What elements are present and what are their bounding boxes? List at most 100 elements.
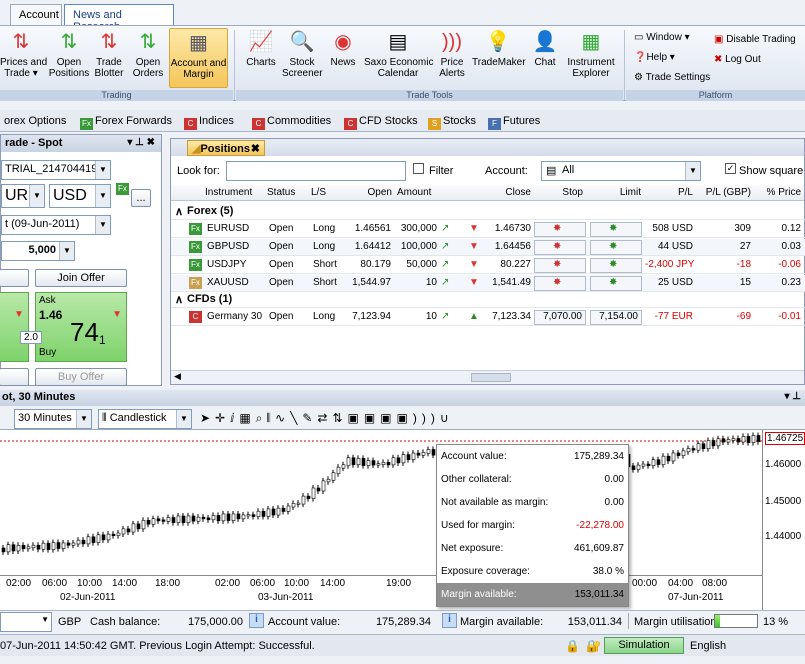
margin-available-value: 153,011.34 (567, 616, 622, 628)
tab-forex-options[interactable]: orex Options (0, 113, 70, 131)
limit-order-button[interactable]: ✸ (590, 258, 642, 273)
account-margin-button[interactable]: ▦ Account and Margin (169, 28, 228, 88)
limit-order-icon: ✸ (609, 277, 618, 288)
price-chart[interactable]: 1.46725 1.46000 1.45000 1.44000 02:00 06:00 1… (0, 429, 805, 611)
prices-trade-button[interactable]: ⇅ Prices and Trade ▾ (0, 30, 47, 79)
more-button[interactable]: ... (131, 189, 151, 207)
buy-offer-button[interactable]: Buy Offer (35, 368, 127, 386)
down-arrow-icon: ▼ (14, 309, 24, 320)
open-orders-button[interactable]: ⇅ Open Orders (130, 30, 166, 79)
tab-stocks[interactable]: S Stocks (424, 113, 480, 131)
group-row-cfds[interactable]: ∧ CFDs (1) (171, 291, 805, 308)
position-row[interactable]: Fx USDJPY Open Short 80.179 50,000 ↗ ▼ 80.227 ✸ ✸ -… (171, 257, 805, 274)
tab-news-research[interactable]: News and Research (64, 4, 174, 33)
col-amount[interactable]: Amount (397, 187, 431, 198)
trade-settings-button[interactable]: ⚙ Trade Settings (634, 72, 710, 83)
show-square-checkbox[interactable]: ✓ (725, 163, 736, 174)
look-for-input[interactable] (226, 161, 406, 181)
value-date-select[interactable]: t (09-Jun-2011) ▼ (1, 215, 111, 235)
info-icon[interactable]: i (442, 613, 457, 628)
economic-calendar-button[interactable]: ▤ Saxo Economic Calendar (364, 30, 433, 79)
col-pl[interactable]: P/L (661, 187, 693, 198)
trade-blotter-button[interactable]: ⇅ Trade Blotter (91, 30, 127, 79)
window-menu[interactable]: ▭ Window ▾ (634, 32, 690, 43)
limit-order-button[interactable]: ✸ (590, 222, 642, 237)
col-instrument[interactable]: Instrument (205, 187, 252, 198)
trademaker-button[interactable]: 💡 TradeMaker (472, 30, 526, 68)
stop-order-button[interactable]: ✸ (534, 276, 586, 291)
open-positions-button[interactable]: ⇅ Open Positions (48, 30, 90, 79)
chat-button[interactable]: 👤 Chat (528, 30, 562, 68)
position-row[interactable]: Fx EURUSD Open Long 1.46561 300,000 ↗ ▼ 1.46730 ✸… (171, 221, 805, 238)
group-row-forex[interactable]: ∧ Forex (5) (171, 203, 805, 220)
position-row[interactable]: Fx XAUUSD Open Short 1,544.97 10 ↗ ▼ 1,541.49 ✸ ✸ 2… (171, 275, 805, 292)
tab-futures[interactable]: F Futures (484, 113, 544, 131)
col-status[interactable]: Status (267, 187, 295, 198)
more-label: ... (136, 192, 146, 204)
candle (371, 460, 376, 466)
sell-tile[interactable]: ▼ (0, 292, 29, 362)
sell-offer-button-2[interactable] (0, 368, 29, 386)
news-button[interactable]: ◉ News (326, 30, 360, 68)
tab-account[interactable]: Account (10, 4, 62, 25)
scroll-left-icon[interactable]: ◀ (174, 371, 181, 382)
currency2-select[interactable]: USD ▼ (49, 184, 111, 208)
panel-controls-icon[interactable]: ▾ ⊥ ✖ (127, 137, 155, 148)
account-filter-select[interactable]: ▤ All ▼ (541, 161, 701, 181)
currency1-select[interactable]: UR ▼ (1, 184, 45, 208)
chart-style-select[interactable]: ⫴ Candlestick ▼ (98, 409, 192, 429)
account-select[interactable]: TRIAL_2147044192 ▼ (1, 160, 111, 180)
interval-select[interactable]: 30 Minutes ▼ (14, 409, 92, 429)
collapse-icon[interactable]: ∧ (175, 205, 183, 218)
pct-price-cell: -0.01 (778, 311, 801, 322)
limit-order-button[interactable]: ✸ (590, 276, 642, 291)
charts-button[interactable]: 📈 Charts (242, 30, 280, 68)
limit-order-button[interactable]: ✸ (590, 240, 642, 255)
chart-tools-icons[interactable]: ➤✛ⅈ▦⌕𝄃∿╲✎⇄⇅▣▣▣▣)))∪ (200, 411, 454, 426)
help-menu[interactable]: ❓Help ▾ (634, 52, 675, 63)
tab-positions[interactable]: ◢Positions ✖ (187, 140, 265, 156)
col-stop[interactable]: Stop (541, 187, 583, 198)
position-row[interactable]: C Germany 30 Open Long 7,123.94 10 ↗ ▲ 7,123.34 7… (171, 309, 805, 326)
buy-tile[interactable]: Ask 1.46 ▼ 74 1 Buy (35, 292, 127, 362)
col-pl-gbp[interactable]: P/L (GBP) (701, 187, 751, 198)
col-pct-price[interactable]: % Price (757, 187, 801, 198)
filter-checkbox[interactable] (413, 163, 424, 174)
horizontal-scrollbar[interactable]: ◀ (171, 370, 804, 384)
col-open[interactable]: Open (356, 187, 392, 198)
col-close[interactable]: Close (481, 187, 531, 198)
currency-select[interactable]: ▼ (0, 612, 52, 632)
candle (136, 523, 141, 530)
tab-forex-forwards[interactable]: Fx Forex Forwards (76, 113, 176, 131)
scrollbar-thumb[interactable] (471, 373, 511, 382)
language-selector[interactable]: English (690, 640, 726, 652)
col-ls[interactable]: L/S (311, 187, 326, 198)
log-out-button[interactable]: ✖ Log Out (714, 54, 761, 65)
instrument-explorer-button[interactable]: ▦ Instrument Explorer (565, 30, 617, 79)
col-limit[interactable]: Limit (601, 187, 641, 198)
tab-commodities[interactable]: C Commodities (248, 113, 335, 131)
sell-offer-button[interactable] (0, 269, 29, 287)
price-alerts-button[interactable]: ))) Price Alerts (434, 30, 470, 79)
join-offer-button[interactable]: Join Offer (35, 269, 127, 287)
limit-order-button[interactable]: 7,154.00 (590, 310, 642, 325)
tab-indices[interactable]: C Indices (180, 113, 238, 131)
stop-order-button[interactable]: ✸ (534, 222, 586, 237)
stop-order-button[interactable]: 7,070.00 (534, 310, 586, 325)
disable-trading-button[interactable]: ▣ Disable Trading (714, 34, 796, 45)
amount-input[interactable]: 5,000 ▼ (1, 241, 75, 261)
close-icon[interactable]: ✖ (251, 142, 260, 155)
prices-trade-icon: ⇅ (12, 31, 30, 53)
position-row[interactable]: Fx GBPUSD Open Long 1.64412 100,000 ↗ ▼ 1.64456 ✸… (171, 239, 805, 256)
info-icon[interactable]: i (249, 613, 264, 628)
candle (166, 517, 171, 522)
candle (676, 452, 681, 456)
collapse-icon[interactable]: ∧ (175, 293, 183, 306)
tab-cfd-stocks[interactable]: C CFD Stocks (340, 113, 422, 131)
chart-toolbar: 30 Minutes ▼ ⫴ Candlestick ▼ ➤✛ⅈ▦⌕𝄃∿╲✎⇄⇅▣▣… (0, 407, 805, 429)
tooltip-value: 0.00 (604, 474, 624, 485)
stop-order-button[interactable]: ✸ (534, 240, 586, 255)
stop-order-button[interactable]: ✸ (534, 258, 586, 273)
stock-screener-button[interactable]: 🔍 Stock Screener (282, 30, 323, 79)
panel-controls-icon[interactable]: ▾ ⊥ (784, 391, 801, 402)
